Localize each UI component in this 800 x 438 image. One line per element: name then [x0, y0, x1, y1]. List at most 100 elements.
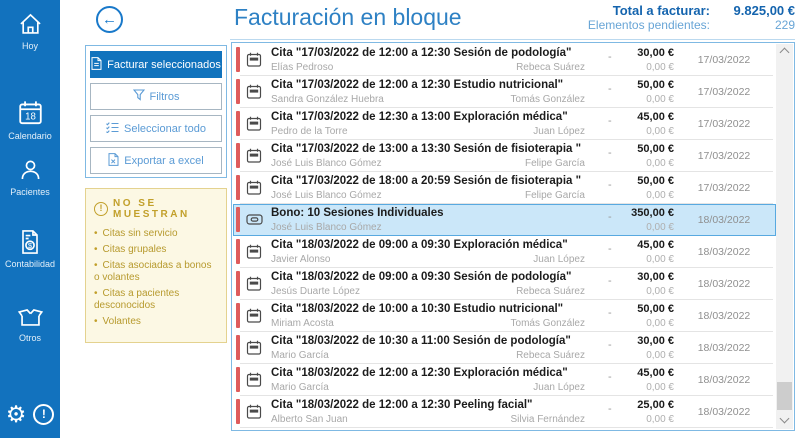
select-all-button[interactable]: Seleccionar todo [90, 115, 222, 142]
open-box-icon [0, 303, 60, 330]
item-paid-amount: 0,00 € [646, 190, 674, 201]
sidebar-item-label: Calendario [8, 131, 52, 141]
item-title: Cita "18/03/2022 de 12:00 a 12:30 Explor… [271, 367, 568, 379]
sidebar-item-calendario[interactable]: 18 Calendario [0, 99, 60, 141]
item-paid-amount: 0,00 € [646, 350, 674, 361]
pending-indicator-bar [236, 367, 240, 392]
item-paid-amount: 0,00 € [646, 94, 674, 105]
export-excel-button[interactable]: Exportar a excel [90, 147, 222, 174]
totals-summary: Total a facturar: 9.825,00 € Elementos p… [588, 3, 795, 32]
invoice-list-item[interactable]: Cita "17/03/2022 de 12:00 a 12:30 Sesión… [233, 44, 776, 76]
invoice-list-item[interactable]: Cita "18/03/2022 de 10:00 a 10:30 Estudi… [233, 300, 776, 332]
appointment-calendar-icon [246, 372, 262, 392]
appointment-calendar-icon [246, 276, 262, 296]
scroll-up-icon[interactable] [776, 44, 793, 60]
sidebar-item-otros[interactable]: Otros [0, 303, 60, 343]
item-date: 18/03/2022 [697, 214, 751, 226]
alerts-icon[interactable]: ! [33, 404, 55, 425]
sidebar-item-contabilidad[interactable]: $ Contabilidad [0, 228, 60, 269]
item-paid-amount: 0,00 € [646, 158, 674, 169]
item-patient: Alberto San Juan [271, 414, 348, 425]
item-dash: - [608, 403, 612, 415]
item-amount: 50,00 € [637, 143, 674, 155]
invoice-list-item[interactable]: Cita "17/03/2022 de 18:00 a 20:59 Sesión… [233, 172, 776, 204]
item-paid-amount: 0,00 € [646, 414, 674, 425]
item-date: 17/03/2022 [697, 86, 751, 98]
item-dash: - [608, 83, 612, 95]
invoice-list-item[interactable]: Cita "17/03/2022 de 12:30 a 13:00 Explor… [233, 108, 776, 140]
warning-item: Volantes [94, 316, 218, 328]
invoice-document-icon [91, 56, 102, 73]
invoice-list-item[interactable]: Cita "18/03/2022 de 12:00 a 12:30 Peelin… [233, 396, 776, 428]
item-professional: Juan López [533, 126, 585, 137]
item-professional: Rebeca Suárez [516, 286, 585, 297]
pending-indicator-bar [236, 271, 240, 296]
sidebar-item-label: Otros [18, 333, 41, 343]
invoice-list-item[interactable]: Cita "18/03/2022 de 12:00 a 12:30 Explor… [233, 364, 776, 396]
invoice-list-item[interactable]: Cita "18/03/2022 de 10:30 a 11:00 Sesión… [233, 332, 776, 364]
item-professional: Felipe García [524, 190, 585, 201]
pending-indicator-bar [236, 239, 240, 264]
item-date: 18/03/2022 [697, 278, 751, 290]
sidebar-item-pacientes[interactable]: Pacientes [0, 157, 60, 197]
invoice-list-item[interactable]: Cita "17/03/2022 de 12:00 a 12:30 Estudi… [233, 76, 776, 108]
item-patient: José Luis Blanco Gómez [271, 222, 382, 233]
item-date: 17/03/2022 [697, 54, 751, 66]
calendar-icon: 18 [0, 99, 60, 128]
item-amount: 350,00 € [631, 207, 674, 219]
item-dash: - [608, 179, 612, 191]
item-date: 18/03/2022 [697, 342, 751, 354]
sidebar-item-hoy[interactable]: Hoy [0, 11, 60, 51]
invoice-list-item[interactable]: Bono: 10 Sesiones Individuales José Luis… [233, 204, 776, 236]
item-professional: Silvia Fernández [510, 414, 585, 425]
item-title: Cita "17/03/2022 de 12:30 a 13:00 Explor… [271, 111, 568, 123]
invoice-list-item[interactable]: Cita "18/03/2022 de 09:00 a 09:30 Explor… [233, 236, 776, 268]
item-amount: 45,00 € [637, 367, 674, 379]
item-patient: Jesús Duarte López [271, 286, 360, 297]
settings-gear-icon[interactable]: ⚙ [6, 403, 27, 426]
page-title: Facturación en bloque [234, 4, 462, 30]
warning-item: Citas sin servicio [94, 228, 218, 240]
item-dash: - [608, 147, 612, 159]
item-amount: 45,00 € [637, 239, 674, 251]
filters-button[interactable]: Filtros [90, 83, 222, 110]
scrollbar-thumb[interactable] [777, 382, 792, 410]
item-dash: - [608, 307, 612, 319]
sidebar-item-label: Hoy [21, 41, 38, 51]
item-date: 18/03/2022 [697, 406, 751, 418]
item-title: Cita "17/03/2022 de 12:00 a 12:30 Sesión… [271, 47, 572, 59]
item-paid-amount: 0,00 € [646, 382, 674, 393]
warning-item: Citas grupales [94, 244, 218, 256]
list-scrollbar[interactable] [776, 44, 793, 429]
back-button[interactable]: ← [96, 6, 123, 33]
item-title: Cita "18/03/2022 de 12:00 a 12:30 Peelin… [271, 399, 533, 411]
appointment-calendar-icon [246, 180, 262, 200]
appointment-calendar-icon [246, 52, 262, 72]
pending-indicator-bar [236, 79, 240, 104]
item-amount: 45,00 € [637, 111, 674, 123]
item-date: 18/03/2022 [697, 246, 751, 258]
item-dash: - [608, 371, 612, 383]
sidebar-item-label: Pacientes [10, 187, 50, 197]
filters-label: Filtros [149, 90, 180, 103]
item-professional: Tomás González [510, 318, 585, 329]
item-patient: Pedro de la Torre [271, 126, 348, 137]
invoice-selected-label: Facturar seleccionados [107, 58, 221, 71]
patients-icon [0, 157, 60, 184]
item-amount: 30,00 € [637, 47, 674, 59]
item-dash: - [608, 339, 612, 351]
scroll-down-icon[interactable] [776, 413, 793, 429]
pending-indicator-bar [236, 175, 240, 200]
item-paid-amount: 0,00 € [646, 318, 674, 329]
warning-item: Citas a pacientes desconocidos [94, 288, 218, 312]
item-paid-amount: 0,00 € [646, 126, 674, 137]
invoice-selected-button[interactable]: Facturar seleccionados [90, 51, 222, 78]
item-patient: José Luis Blanco Gómez [271, 190, 382, 201]
invoice-list-item[interactable]: Cita "18/03/2022 de 09:00 a 09:30 Sesión… [233, 268, 776, 300]
pending-indicator-bar [236, 47, 240, 72]
pending-indicator-bar [236, 303, 240, 328]
total-label: Total a facturar: [612, 3, 710, 18]
invoice-list-item[interactable]: Cita "17/03/2022 de 13:00 a 13:30 Sesión… [233, 140, 776, 172]
item-professional: Tomás González [510, 94, 585, 105]
actions-panel: Facturar seleccionados Filtros Seleccion… [85, 45, 227, 178]
